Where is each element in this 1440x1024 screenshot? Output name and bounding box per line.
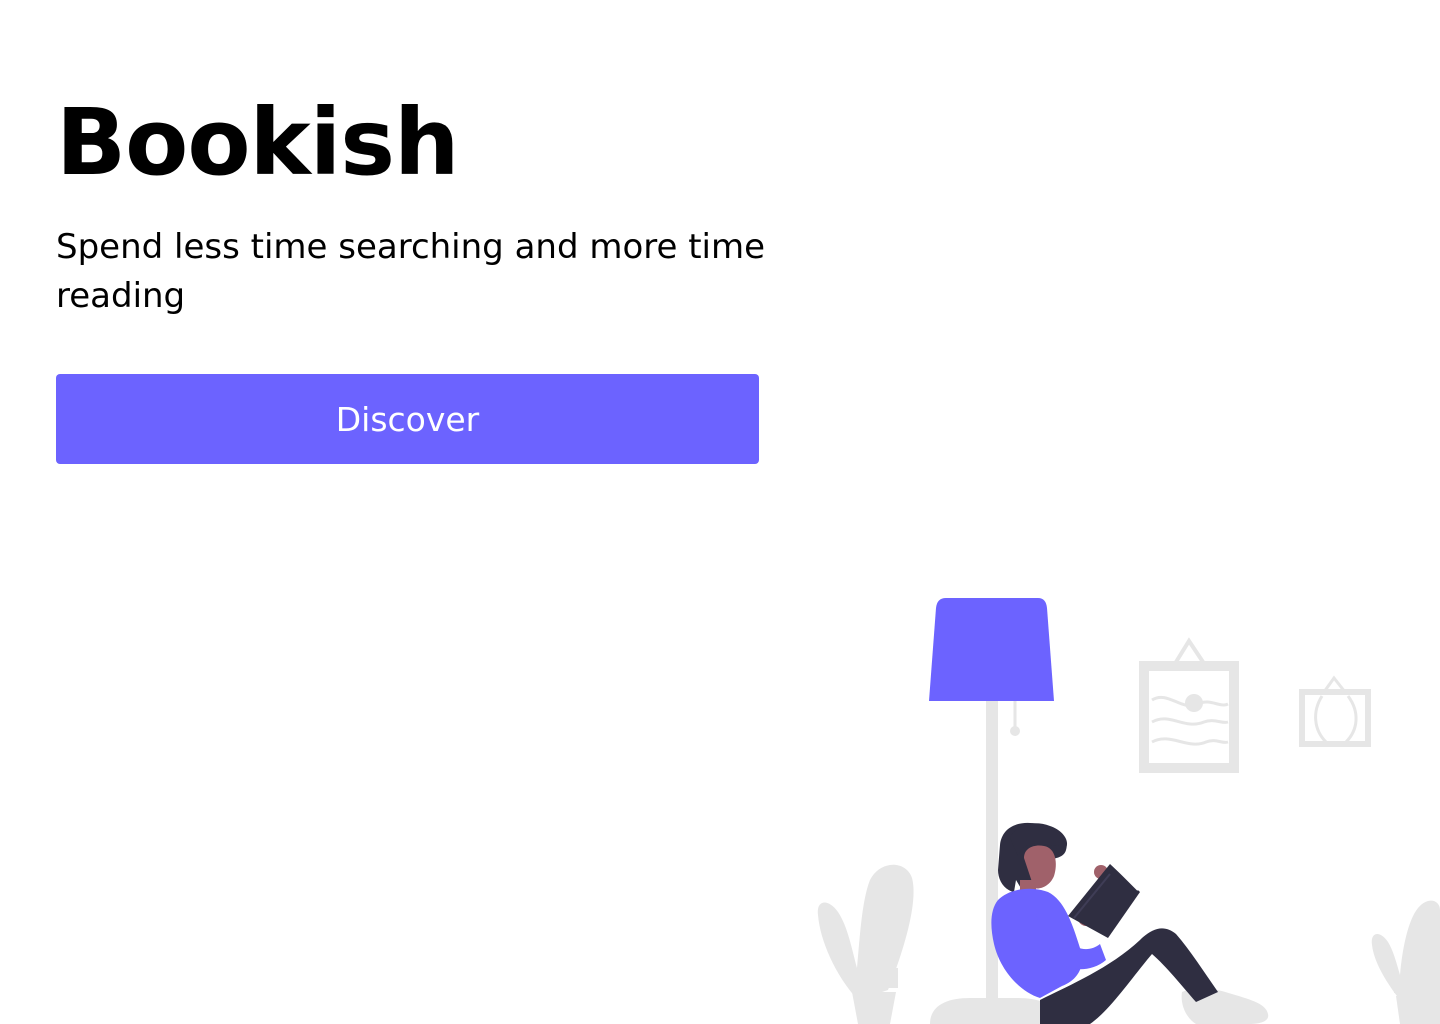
picture-frame-icon <box>1139 637 1239 773</box>
small-frame-icon <box>1299 675 1371 747</box>
hero-section: Bookish Spend less time searching and mo… <box>56 92 776 322</box>
landing-page: Bookish Spend less time searching and mo… <box>0 0 1440 1024</box>
hero-subtitle: Spend less time searching and more time … <box>56 227 766 317</box>
discover-button[interactable]: Discover <box>56 374 759 464</box>
reading-woman-illustration <box>817 598 1440 1024</box>
plant-left-icon <box>817 864 914 1024</box>
plant-right-icon <box>1371 900 1440 1024</box>
woman-reading-icon <box>991 822 1269 1024</box>
app-title: Bookish <box>56 89 460 196</box>
